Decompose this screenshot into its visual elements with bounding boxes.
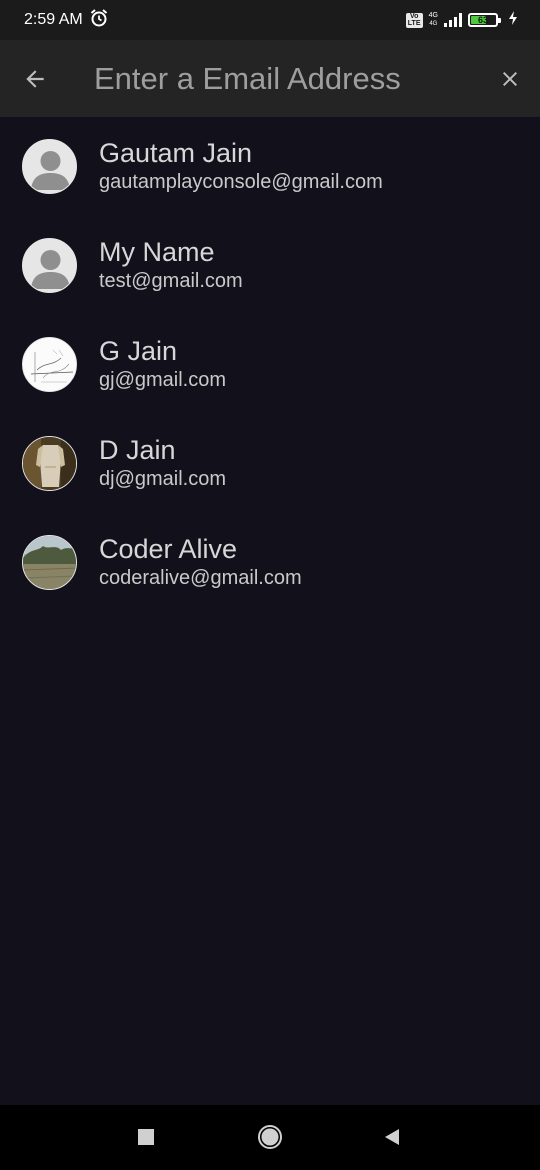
account-item[interactable]: D Jain dj@gmail.com — [0, 414, 540, 513]
account-item[interactable]: My Name test@gmail.com — [0, 216, 540, 315]
square-icon — [138, 1129, 154, 1145]
close-icon — [503, 71, 517, 86]
landscape-photo-avatar — [22, 535, 77, 590]
volte-bottom-text: LTE — [407, 20, 421, 27]
network-sub-text: 4G — [429, 21, 438, 27]
home-button[interactable] — [248, 1115, 292, 1159]
triangle-back-icon — [385, 1129, 399, 1145]
clothing-photo-avatar — [22, 436, 77, 491]
status-bar: 2:59 AM Vo LTE 4G 4G 63 — [0, 0, 540, 40]
app-bar — [0, 40, 540, 117]
status-right: Vo LTE 4G 4G 63 — [405, 10, 518, 30]
account-email: coderalive@gmail.com — [99, 567, 302, 589]
signal-icon — [444, 13, 462, 27]
account-text: G Jain gj@gmail.com — [99, 336, 226, 393]
status-time: 2:59 AM — [24, 11, 83, 28]
network-type: 4G 4G — [429, 12, 438, 28]
navigation-bar — [0, 1105, 540, 1170]
account-item[interactable]: Coder Alive coderalive@gmail.com — [0, 513, 540, 612]
bolt-icon — [508, 10, 518, 30]
back-button[interactable] — [18, 59, 52, 99]
account-item[interactable]: G Jain gj@gmail.com — [0, 315, 540, 414]
volte-top-text: Vo — [409, 13, 419, 20]
battery-icon: 63 — [468, 13, 501, 27]
default-person-avatar — [22, 238, 77, 293]
sketch-photo-avatar — [22, 337, 77, 392]
battery-level: 63 — [477, 15, 488, 25]
default-person-avatar — [22, 139, 77, 194]
account-text: Gautam Jain gautamplayconsole@gmail.com — [99, 138, 383, 195]
account-email: dj@gmail.com — [99, 468, 227, 490]
account-text: Coder Alive coderalive@gmail.com — [99, 534, 302, 591]
arrow-back-icon — [26, 69, 44, 88]
email-search-input[interactable] — [94, 60, 493, 97]
account-email: test@gmail.com — [99, 270, 243, 292]
network-type-text: 4G — [428, 12, 438, 19]
account-name: My Name — [99, 237, 215, 267]
account-email: gj@gmail.com — [99, 369, 227, 391]
account-name: Coder Alive — [99, 534, 238, 564]
screen: 2:59 AM Vo LTE 4G 4G 63 Enter a Email Ad… — [0, 0, 540, 1170]
status-left: 2:59 AM — [24, 8, 109, 33]
account-item[interactable]: Gautam Jain gautamplayconsole@gmail.com — [0, 117, 540, 216]
account-text: My Name test@gmail.com — [99, 237, 243, 294]
account-name: G Jain — [99, 336, 178, 366]
clear-button[interactable] — [493, 59, 527, 99]
account-text: D Jain dj@gmail.com — [99, 435, 226, 492]
recents-button[interactable] — [124, 1115, 168, 1159]
circle-icon — [258, 1125, 282, 1149]
account-list: Gautam Jain gautamplayconsole@gmail.com … — [0, 117, 540, 612]
account-name: D Jain — [99, 435, 176, 465]
nav-back-button[interactable] — [370, 1115, 414, 1159]
account-name: Gautam Jain — [99, 138, 253, 168]
volte-icon: Vo LTE — [405, 12, 423, 28]
alarm-icon — [89, 8, 109, 33]
account-email: gautamplayconsole@gmail.com — [99, 171, 383, 193]
